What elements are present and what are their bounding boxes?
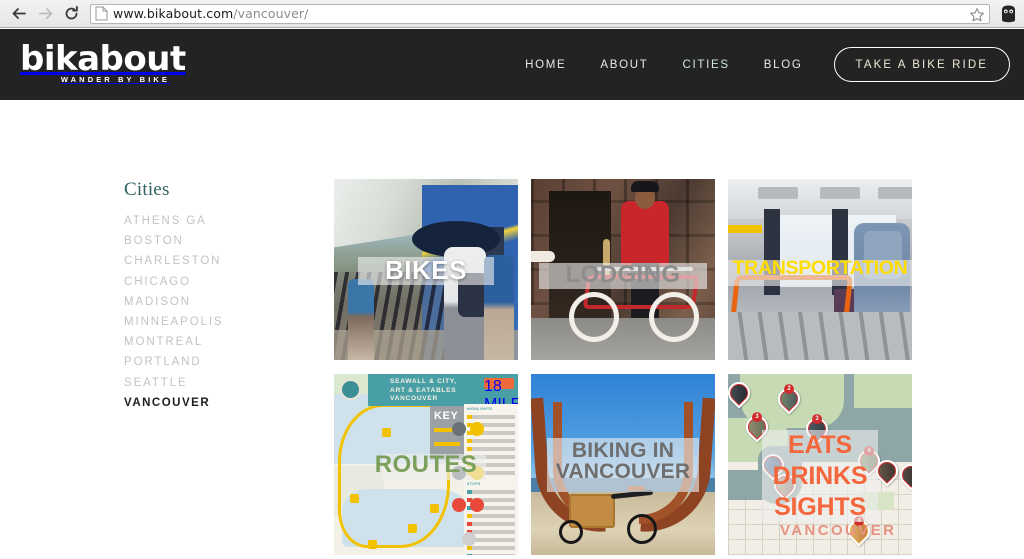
map-marker-badge: 3	[812, 414, 822, 425]
map-pin	[430, 504, 439, 513]
map-pin	[350, 494, 359, 503]
map-legend-section-highlights: HIGHLIGHTS	[467, 407, 493, 411]
tile-label-bikes: BIKES	[385, 255, 467, 285]
bike-wheel-shape	[627, 514, 657, 544]
sidebar-heading: Cities	[124, 179, 170, 200]
tile-biking-in-vancouver[interactable]: BIKING IN VANCOUVER	[531, 374, 715, 555]
tile-label-transportation: TRANSPORTATION	[732, 257, 908, 279]
map-marker-badge: 3	[752, 412, 762, 423]
sidebar-item-madison[interactable]: MADISON	[124, 296, 304, 308]
take-a-bike-ride-button[interactable]: TAKE A BIKE RIDE	[833, 47, 1010, 82]
bike-wheel-shape	[569, 292, 619, 342]
address-bar-text: www.bikabout.com/vancouver/	[113, 5, 308, 23]
legend-icon	[452, 422, 466, 436]
bike-wheel-shape	[649, 292, 699, 342]
nav-item-cities[interactable]: CITIES	[666, 59, 747, 71]
reload-icon	[65, 5, 78, 20]
forward-arrow-icon	[38, 8, 52, 19]
nav-item-blog[interactable]: BLOG	[747, 59, 820, 71]
map-pin	[408, 524, 417, 533]
legend-icon	[470, 498, 484, 512]
logo-wordmark: bikabout	[20, 39, 186, 79]
address-bar-host: www.bikabout.com	[113, 5, 234, 21]
person-shape	[348, 279, 374, 360]
extension-icon	[1001, 5, 1015, 22]
cities-sidebar: Cities ATHENS GA BOSTON CHARLESTON CHICA…	[124, 179, 304, 417]
doorman-coat-shape	[621, 201, 669, 265]
sidebar-item-minneapolis[interactable]: MINNEAPOLIS	[124, 316, 304, 328]
map-marker-badge: 2	[784, 384, 794, 395]
tile-eats-drinks-sights[interactable]: 2 3 3 4	[728, 374, 912, 555]
page-document-icon	[95, 6, 108, 21]
nav-item-home[interactable]: HOME	[508, 59, 583, 71]
tile-label-eats-drinks-sights: EATS DRINKS SIGHTS	[772, 431, 868, 521]
bike-wheel-shape	[559, 520, 583, 544]
address-bar-path: /vancouver/	[233, 5, 309, 21]
yellow-rail-shape	[728, 225, 762, 233]
category-tile-grid: BIKES LODGING TRANSPORTATION 18 SEAWALL …	[334, 179, 912, 555]
site-header: bikabout WANDER BY BIKE HOME ABOUT CITIE…	[0, 29, 1024, 100]
tile-label-biking-in-vancouver: BIKING IN VANCOUVER	[555, 439, 691, 484]
back-button[interactable]	[6, 1, 32, 27]
train-ceiling-shape	[728, 179, 912, 219]
extension-button[interactable]	[996, 0, 1020, 28]
legend-icon	[462, 532, 476, 546]
sidebar-item-seattle[interactable]: SEATTLE	[124, 377, 304, 389]
map-seal-icon	[340, 379, 361, 400]
back-arrow-icon	[12, 8, 26, 19]
ceiling-vent-shape	[820, 187, 860, 199]
arm-shape	[531, 251, 555, 262]
tile-label-routes: ROUTES	[374, 451, 478, 478]
tile-transportation[interactable]: TRANSPORTATION	[728, 179, 912, 360]
browser-toolbar: www.bikabout.com/vancouver/	[0, 0, 1024, 28]
bike-rack-shape	[728, 312, 912, 360]
tile-lodging[interactable]: LODGING	[531, 179, 715, 360]
map-pin	[368, 540, 377, 549]
sidebar-item-portland[interactable]: PORTLAND	[124, 356, 304, 368]
map-key-swatch	[434, 442, 460, 446]
tile-bikes[interactable]: BIKES	[334, 179, 518, 360]
legend-icon	[452, 498, 466, 512]
doorman-hat-shape	[631, 181, 659, 192]
sidebar-item-charleston[interactable]: CHARLESTON	[124, 255, 304, 267]
page-content: Cities ATHENS GA BOSTON CHARLESTON CHICA…	[0, 100, 1024, 559]
reload-button[interactable]	[58, 1, 84, 27]
sidebar-item-boston[interactable]: BOSTON	[124, 235, 304, 247]
main-navigation: HOME ABOUT CITIES BLOG TAKE A BIKE RIDE	[508, 29, 1010, 100]
site-logo[interactable]: bikabout WANDER BY BIKE	[18, 41, 228, 91]
map-pin	[382, 428, 391, 437]
map-park-shape	[854, 374, 912, 408]
sidebar-item-chicago[interactable]: CHICAGO	[124, 276, 304, 288]
map-city-label: VANCOUVER	[780, 522, 897, 539]
sidebar-item-athens-ga[interactable]: ATHENS GA	[124, 215, 304, 227]
tile-label-lodging: LODGING	[565, 261, 681, 288]
nav-item-about[interactable]: ABOUT	[583, 59, 665, 71]
map-key-label: KEY	[434, 410, 459, 422]
forward-button[interactable]	[32, 1, 58, 27]
ceiling-vent-shape	[758, 187, 798, 199]
ceiling-vent-shape	[878, 187, 912, 199]
legend-icon	[470, 422, 484, 436]
bookmark-star-icon[interactable]	[969, 7, 985, 23]
sidebar-item-montreal[interactable]: MONTREAL	[124, 336, 304, 348]
map-legend-section-stops: STOPS	[467, 482, 481, 486]
map-title: SEAWALL & CITY, ART & EATABLES VANCOUVER	[390, 378, 457, 403]
sidebar-item-vancouver[interactable]: VANCOUVER	[124, 397, 304, 409]
map-distance-badge: 18 MILES	[484, 378, 518, 413]
tile-routes[interactable]: 18 MILES SEAWALL & CITY, ART & EATABLES …	[334, 374, 518, 555]
address-bar[interactable]: www.bikabout.com/vancouver/	[90, 3, 990, 24]
